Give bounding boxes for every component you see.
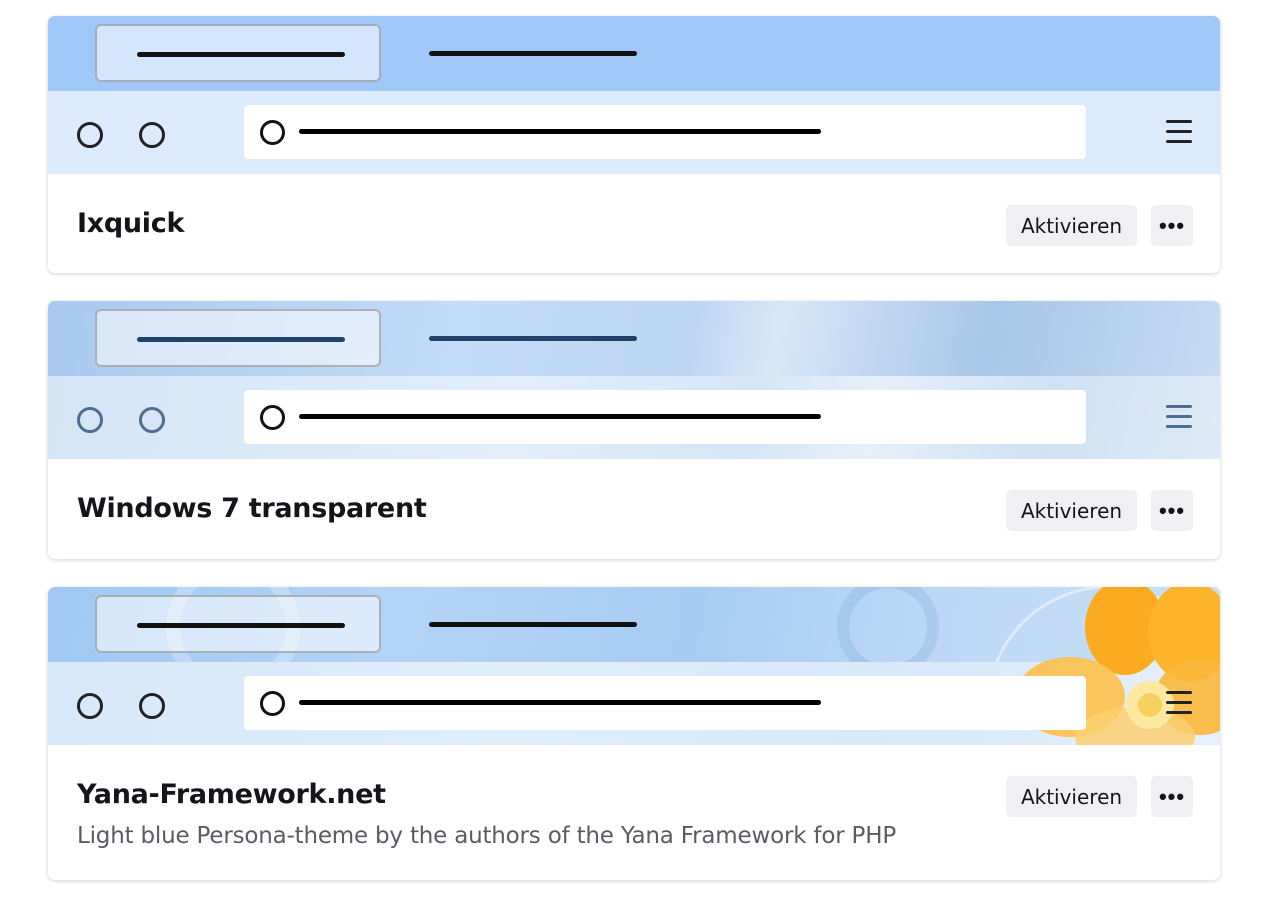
back-circle-icon <box>77 122 103 148</box>
preview-tab <box>95 24 381 82</box>
url-line <box>299 700 821 705</box>
preview-urlbar <box>244 676 1086 730</box>
more-options-button[interactable]: ••• <box>1151 776 1193 817</box>
preview-tabbar <box>48 16 1220 91</box>
preview-tab-line <box>137 52 345 57</box>
preview-tab <box>95 309 381 367</box>
url-line <box>299 414 821 419</box>
preview-tab-line <box>429 622 637 627</box>
preview-tab-line <box>137 337 345 342</box>
preview-toolbar <box>48 91 1220 174</box>
forward-circle-icon <box>139 122 165 148</box>
theme-card-yana-framework: Yana-Framework.net Light blue Persona-th… <box>48 587 1220 880</box>
hamburger-menu-icon <box>1166 120 1192 144</box>
preview-urlbar <box>244 105 1086 159</box>
activate-button[interactable]: Aktivieren <box>1006 490 1137 531</box>
theme-preview <box>48 301 1220 459</box>
theme-card-windows-7-transparent: Windows 7 transparent Aktivieren ••• <box>48 301 1220 559</box>
forward-circle-icon <box>139 407 165 433</box>
preview-toolbar-overlay <box>48 662 1220 745</box>
preview-tab-line <box>137 623 345 628</box>
preview-toolbar <box>48 376 1220 459</box>
url-circle-icon <box>260 120 285 145</box>
theme-description: Light blue Persona-theme by the authors … <box>77 823 896 849</box>
theme-name: Ixquick <box>77 208 185 239</box>
preview-tab-line <box>429 51 637 56</box>
url-circle-icon <box>260 691 285 716</box>
more-options-button[interactable]: ••• <box>1151 490 1193 531</box>
preview-tab <box>95 595 381 653</box>
url-circle-icon <box>260 405 285 430</box>
theme-name: Yana-Framework.net <box>77 779 386 810</box>
more-options-button[interactable]: ••• <box>1151 205 1193 246</box>
activate-button[interactable]: Aktivieren <box>1006 776 1137 817</box>
preview-urlbar <box>244 390 1086 444</box>
theme-preview <box>48 16 1220 174</box>
theme-preview <box>48 587 1220 745</box>
preview-tab-line <box>429 336 637 341</box>
theme-name: Windows 7 transparent <box>77 493 427 524</box>
preview-tabbar <box>48 301 1220 376</box>
theme-card-ixquick: Ixquick Aktivieren ••• <box>48 16 1220 273</box>
hamburger-menu-icon <box>1166 691 1192 715</box>
url-line <box>299 129 821 134</box>
back-circle-icon <box>77 407 103 433</box>
hamburger-menu-icon <box>1166 405 1192 429</box>
activate-button[interactable]: Aktivieren <box>1006 205 1137 246</box>
